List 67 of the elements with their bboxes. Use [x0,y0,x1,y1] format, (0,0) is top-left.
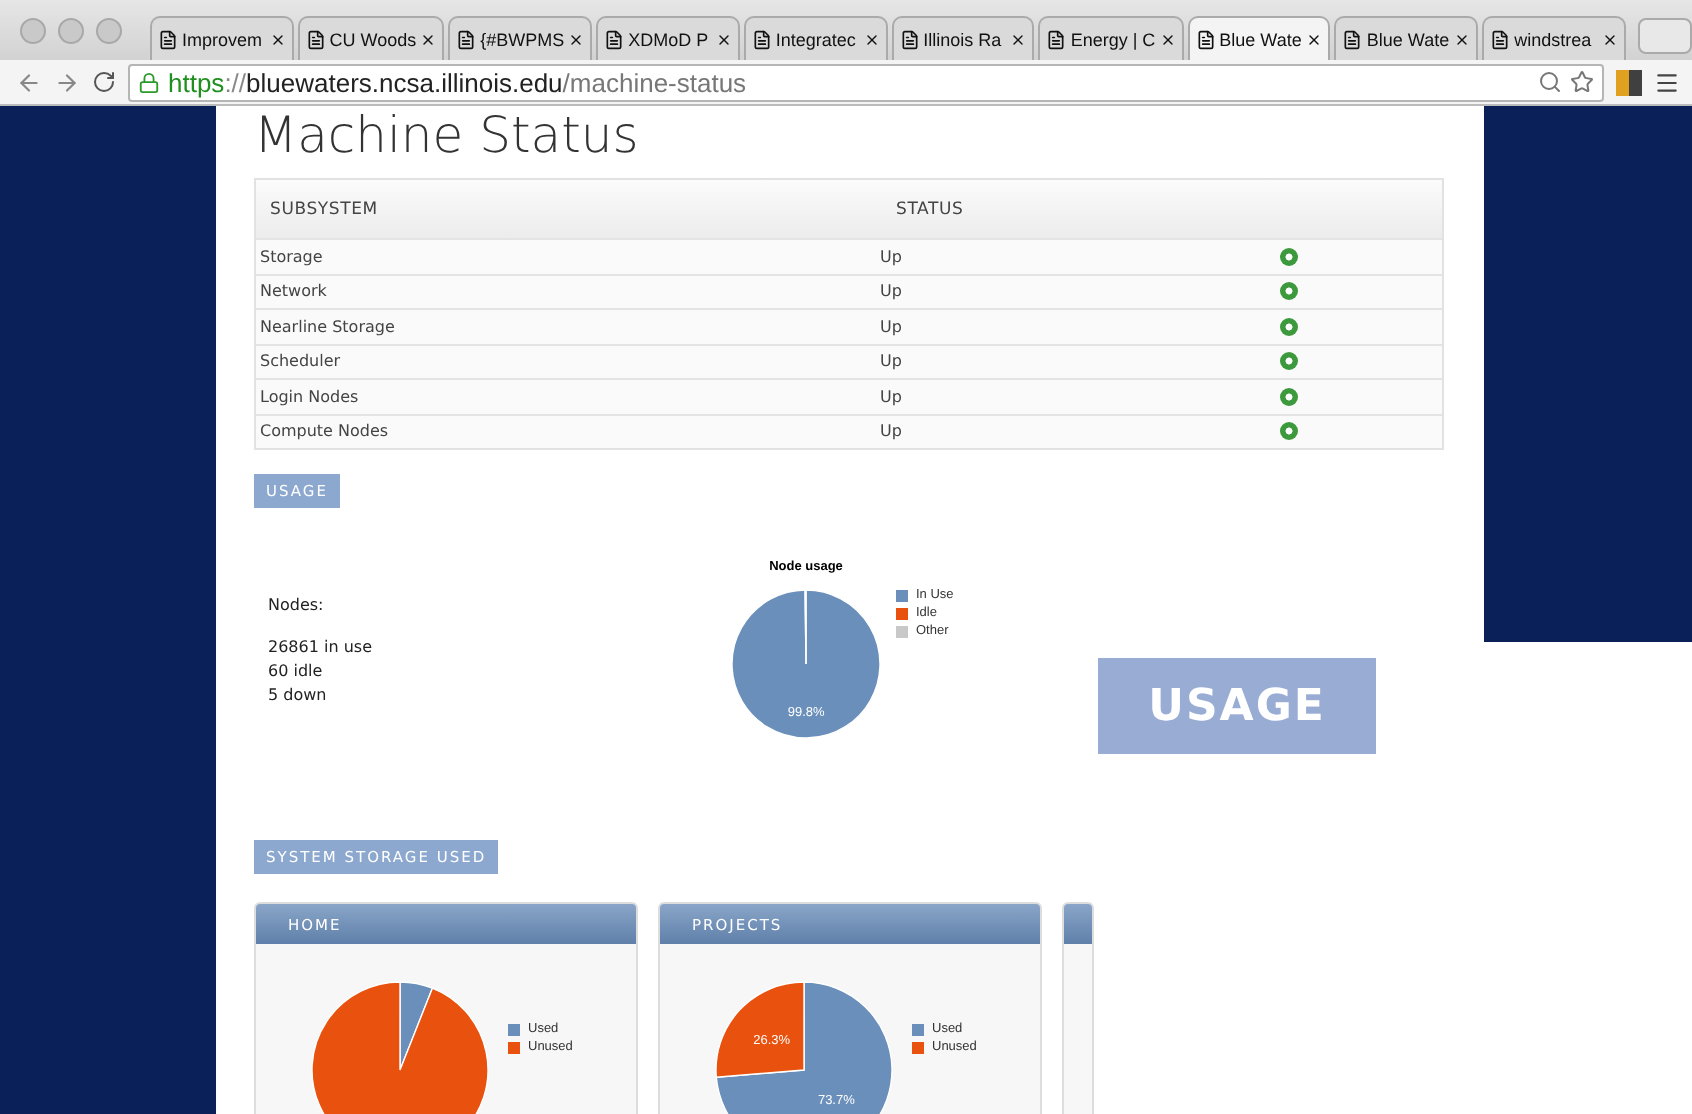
page-icon [158,29,178,49]
table-cell-text: Scheduler [260,352,343,371]
page-icon [305,29,326,49]
table-cell-text: Compute Nodes [260,422,391,441]
table-cell-text: Up [880,247,904,266]
menu-icon[interactable] [1654,69,1680,95]
close-icon[interactable] [420,31,437,47]
page-icon [1490,29,1511,49]
table-cell-text: Network [260,282,329,301]
address-field[interactable]: https://bluewaters.ncsa.illinois.edu/machine-status [128,63,1604,101]
legend-swatch [896,625,908,637]
browser-tab[interactable]: Energy | C [1038,16,1184,60]
browser-tab[interactable]: XDMoD P [596,16,740,60]
page-icon [1046,29,1067,49]
close-icon[interactable] [269,31,286,47]
reload-icon[interactable] [92,70,116,94]
page-icon [604,29,625,49]
legend-swatch [912,1041,924,1053]
legend-swatch [912,1023,924,1035]
close-icon[interactable] [715,31,732,47]
close-icon[interactable] [1306,31,1323,47]
legend-swatch [508,1023,520,1035]
browser-tab[interactable]: Improvem [150,16,294,60]
node-count: 26861 in use [268,638,374,656]
lock-icon [138,71,160,93]
table-cell-text: Up [880,282,904,301]
table-cell-text: Login Nodes [260,387,361,406]
browser-tab[interactable]: windstrea [1482,16,1626,60]
page-icon [1195,29,1216,49]
table-cell-text: Up [880,317,904,336]
column-header: STATUS [896,199,966,219]
close-icon[interactable] [1159,31,1176,47]
star-icon[interactable] [1570,70,1594,94]
back-icon[interactable] [16,69,42,95]
table-cell-text: Up [880,422,904,441]
node-count: 5 down [268,686,329,704]
url-text: https://bluewaters.ncsa.illinois.edu/machine-status [168,67,747,97]
close-icon[interactable] [1454,31,1471,47]
nodes-title: Nodes: [268,596,326,614]
browser-tab[interactable]: Blue Wate [1334,16,1479,60]
table-cell-text: Nearline Storage [260,317,397,336]
legend-swatch [508,1041,520,1053]
page-heading: Machine Status [254,106,641,166]
page-icon [1342,29,1363,49]
browser-tab[interactable]: Integratec [743,16,888,60]
legend-swatch [896,607,908,619]
close-icon[interactable] [863,31,880,47]
zoomed-label: USAGE [1098,658,1376,754]
browser-tab[interactable]: Blue Wate [1187,16,1331,60]
node-count: 60 idle [268,662,325,680]
browser-tab[interactable]: CU Woods [297,16,445,60]
close-icon[interactable] [1601,31,1618,47]
forward-icon[interactable] [54,69,80,95]
browser-tab[interactable]: Illinois Ra [891,16,1035,60]
search-icon[interactable] [1538,70,1562,94]
extension-icon[interactable] [1616,69,1642,95]
column-header: SUBSYSTEM [270,199,380,219]
close-icon[interactable] [568,31,585,47]
browser-tab[interactable]: {#BWPMS [448,16,593,60]
page-icon [751,29,772,49]
page-icon [456,29,477,49]
legend-swatch [896,589,908,601]
table-cell-text: Up [880,352,904,371]
close-icon[interactable] [1010,31,1027,47]
page-icon [899,29,920,49]
table-cell-text: Up [880,387,904,406]
table-cell-text: Storage [260,247,325,266]
